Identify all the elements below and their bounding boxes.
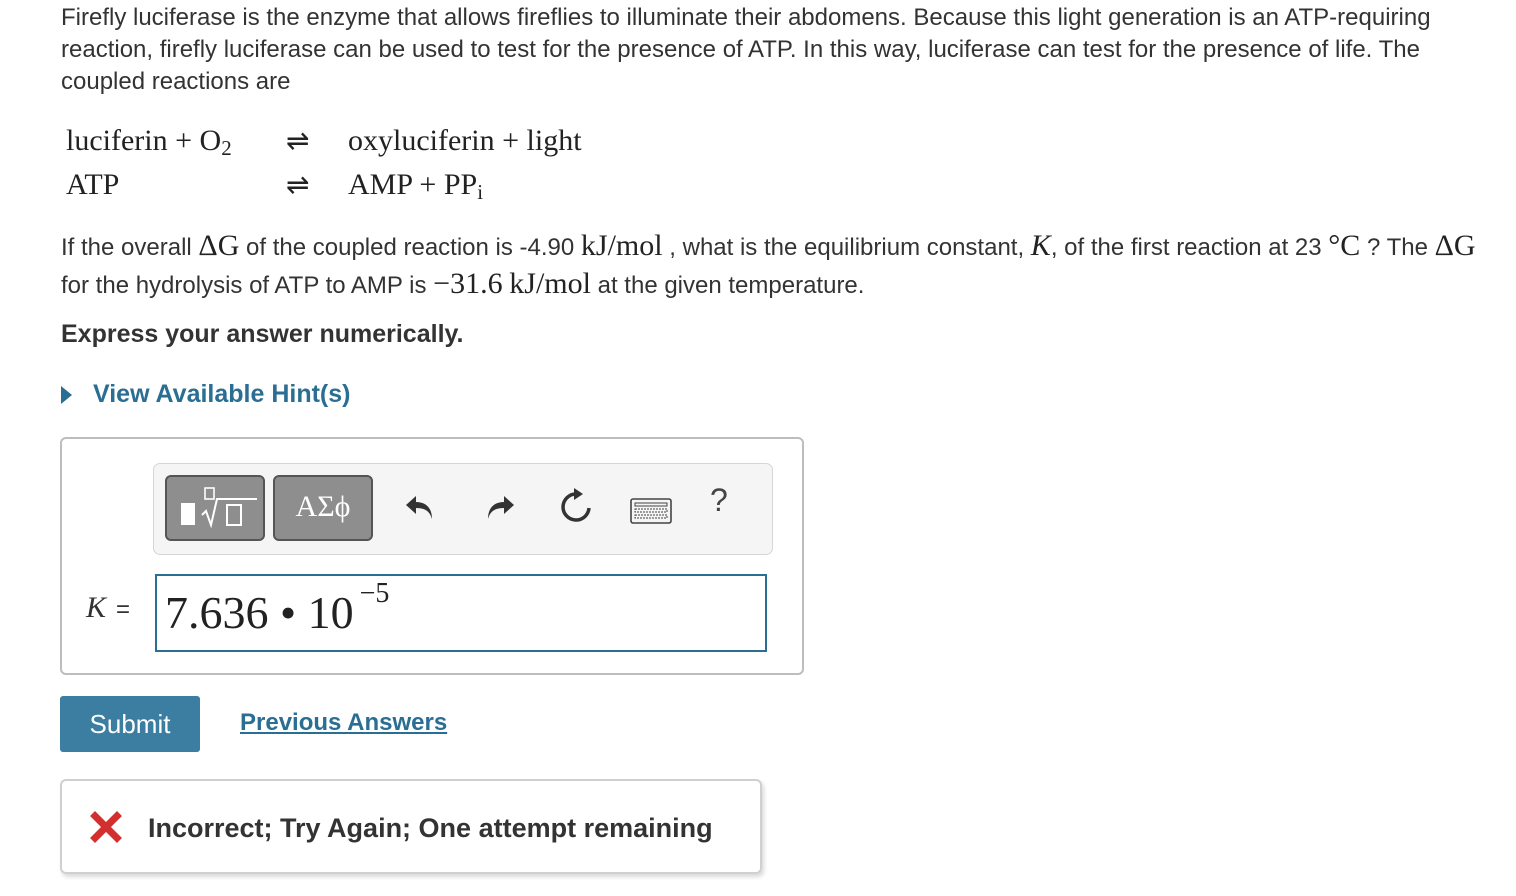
- templates-button[interactable]: [165, 475, 265, 541]
- previous-answers-link[interactable]: Previous Answers: [240, 709, 447, 737]
- view-hints-toggle[interactable]: View Available Hint(s): [61, 380, 350, 409]
- hint-label: View Available Hint(s): [93, 380, 351, 408]
- templates-icon: [181, 487, 257, 529]
- feedback-message: Incorrect; Try Again; One attempt remain…: [148, 813, 713, 843]
- redo-icon[interactable]: [482, 486, 516, 526]
- answer-input[interactable]: 7.636 • 10 −5: [155, 574, 767, 652]
- problem-intro: Firefly luciferase is the enzyme that al…: [61, 4, 1431, 95]
- expand-triangle-icon: [61, 385, 72, 404]
- reaction-1-products: oxyluciferin + light: [348, 124, 582, 157]
- reaction-2-products: AMP + PPi: [348, 168, 484, 204]
- incorrect-x-icon: [90, 811, 122, 843]
- reaction-2-reactants: ATP: [66, 168, 120, 201]
- reset-icon[interactable]: [557, 486, 595, 526]
- answer-panel: ΑΣϕ ? K = 7.636 • 10 −5: [60, 437, 804, 675]
- math-toolbar: ΑΣϕ ?: [153, 463, 773, 555]
- answer-instructions: Express your answer numerically.: [61, 320, 464, 348]
- equilibrium-arrow-icon: ⇌: [286, 126, 310, 157]
- keyboard-icon[interactable]: [630, 498, 672, 524]
- reaction-1-reactants: luciferin + O2: [66, 124, 232, 160]
- symbols-button[interactable]: ΑΣϕ: [273, 475, 373, 541]
- question-text: If the overall ΔG of the coupled reactio…: [61, 229, 1476, 300]
- submit-button[interactable]: Submit: [60, 696, 200, 752]
- equilibrium-arrow-icon: ⇌: [286, 170, 310, 201]
- answer-variable-label: K =: [86, 591, 131, 624]
- help-button[interactable]: ?: [710, 482, 728, 519]
- feedback-panel: Incorrect; Try Again; One attempt remain…: [60, 779, 762, 874]
- undo-icon[interactable]: [404, 486, 438, 526]
- answer-exponent: −5: [359, 578, 390, 609]
- answer-value: 7.636 • 10 −5: [165, 578, 390, 638]
